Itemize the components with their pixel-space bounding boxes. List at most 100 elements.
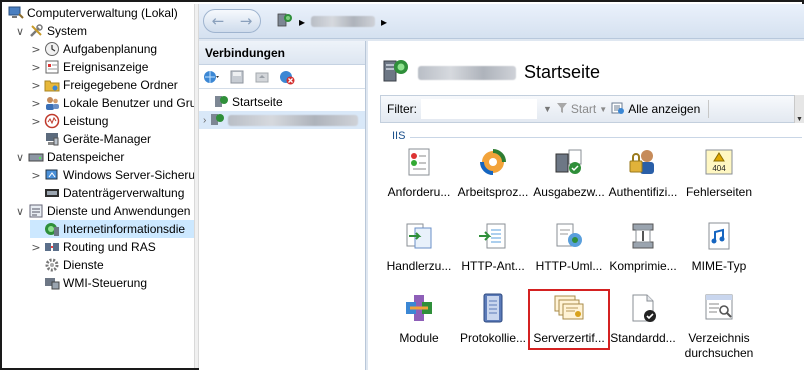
expand-arrow-icon[interactable]: › <box>203 115 206 126</box>
feature-label: Anforderu... <box>387 185 451 199</box>
toolbar-separator <box>708 100 710 118</box>
tree-item[interactable]: Geräte-Manager <box>30 130 151 148</box>
feature-output-caching[interactable]: Ausgabezw... <box>530 145 608 209</box>
tree-item[interactable]: Computerverwaltung (Lokal) <box>6 4 178 22</box>
tree-item[interactable]: > Lokale Benutzer und Gru <box>30 94 194 112</box>
tree-item[interactable]: > Routing und RAS <box>30 238 155 256</box>
scrollbar-down-icon[interactable]: ▼ <box>794 95 804 123</box>
server-home-icon <box>380 55 410 90</box>
show-all-button[interactable]: Alle anzeigen <box>611 101 700 118</box>
feature-directory-browsing[interactable]: Verzeichnis durchsuchen <box>680 291 758 360</box>
feature-modules[interactable]: Module <box>380 291 458 355</box>
tree-item[interactable]: > Freigegebene Ordner <box>30 76 177 94</box>
feature-label: MIME-Typ <box>691 259 747 273</box>
feature-label: Arbeitsproz... <box>457 185 529 199</box>
iis-manager: ← → ▸ ▸ Verbindungen Startseite › Starts… <box>199 4 804 370</box>
connections-startpage[interactable]: Startseite <box>199 93 365 111</box>
disk-management-icon <box>44 185 60 201</box>
server-icon <box>277 12 293 31</box>
feature-logging[interactable]: Protokollie... <box>454 291 532 355</box>
chevron-down-icon[interactable]: ∨ <box>14 151 26 164</box>
iis-icon <box>44 221 60 237</box>
logging-icon <box>476 291 510 325</box>
tree-item[interactable]: Datenträgerverwaltung <box>30 184 184 202</box>
tree-item-label: Computerverwaltung (Lokal) <box>27 6 178 20</box>
tree-item-label: Aufgabenplanung <box>63 42 158 56</box>
feature-mime-types[interactable]: MIME-Typ <box>680 219 758 283</box>
chevron-right-icon[interactable]: > <box>30 115 42 128</box>
feature-error-pages[interactable]: 404 Fehlerseiten <box>680 145 758 209</box>
chevron-right-icon[interactable]: > <box>30 97 42 110</box>
chevron-right-icon[interactable]: > <box>30 43 42 56</box>
http-redirect-icon <box>552 219 586 253</box>
connect-globe-icon[interactable] <box>202 68 222 86</box>
start-button[interactable]: Start ▼ <box>556 102 607 117</box>
tree-item[interactable]: > Ereignisanzeige <box>30 58 148 76</box>
feature-label: HTTP-Uml... <box>535 259 603 273</box>
save-icon[interactable] <box>227 68 247 86</box>
feature-worker-processes[interactable]: Arbeitsproz... <box>454 145 532 209</box>
feature-label: Standardd... <box>610 331 676 345</box>
feature-handler-mappings[interactable]: Handlerzu... <box>380 219 458 283</box>
tree-item[interactable]: Internetinformationsdie <box>30 220 194 238</box>
event-viewer-icon <box>44 59 60 75</box>
http-response-headers-icon <box>476 219 510 253</box>
tree-item-label: Datenträgerverwaltung <box>63 186 185 200</box>
feature-server-certificates[interactable]: Serverzertif... <box>528 289 610 350</box>
filter-dropdown-icon[interactable]: ▼ <box>543 104 552 114</box>
connections-title: Verbindungen <box>199 41 365 65</box>
error-pages-icon: 404 <box>702 145 736 179</box>
worker-processes-icon <box>476 145 510 179</box>
tree-item-label: Dienste <box>63 258 104 272</box>
tree-item[interactable]: ∨ System <box>14 22 87 40</box>
tree-item[interactable]: Dienste <box>30 256 104 274</box>
forward-icon[interactable]: → <box>240 12 253 30</box>
nav-buttons: ← → <box>203 9 261 33</box>
tree-item[interactable]: ∨ Dienste und Anwendungen <box>14 202 190 220</box>
output-caching-icon <box>552 145 586 179</box>
filter-label: Filter: <box>387 102 417 116</box>
storage-icon <box>28 149 44 165</box>
feature-label: Komprimie... <box>609 259 677 273</box>
feature-authentication[interactable]: Authentifizi... <box>604 145 682 209</box>
chevron-right-icon[interactable]: > <box>30 169 42 182</box>
feature-label: Handlerzu... <box>386 259 452 273</box>
wmi-icon <box>44 275 60 291</box>
start-dropdown-icon: ▼ <box>599 104 608 114</box>
mime-types-icon <box>702 219 736 253</box>
disconnect-icon[interactable] <box>277 68 297 86</box>
feature-label: Verzeichnis durchsuchen <box>684 331 754 360</box>
chevron-right-icon[interactable]: > <box>30 79 42 92</box>
funnel-icon <box>556 102 568 117</box>
up-folder-icon[interactable] <box>252 68 272 86</box>
breadcrumb-sep-icon: ▸ <box>299 14 306 29</box>
feature-label: Ausgabezw... <box>533 185 605 199</box>
feature-http-response-headers[interactable]: HTTP-Ant... <box>454 219 532 283</box>
tree-item[interactable]: > Aufgabenplanung <box>30 40 157 58</box>
chevron-down-icon[interactable]: ∨ <box>14 25 26 38</box>
redacted-server-title <box>418 65 516 80</box>
services-apps-icon <box>28 203 44 219</box>
feature-request-filtering[interactable]: Anforderu... <box>380 145 458 209</box>
feature-compression[interactable]: Komprimie... <box>604 219 682 283</box>
tools-icon <box>28 23 44 39</box>
tree-item[interactable]: > Windows Server-Sicheru <box>30 166 194 184</box>
tree-item[interactable]: WMI-Steuerung <box>30 274 147 292</box>
tree-item-label: Ereignisanzeige <box>63 60 149 74</box>
breadcrumb[interactable]: ▸ ▸ <box>277 12 387 31</box>
filter-input[interactable] <box>421 99 537 119</box>
tree-item[interactable]: > Leistung <box>30 112 108 130</box>
back-icon[interactable]: ← <box>212 12 225 30</box>
chevron-right-icon[interactable]: > <box>30 61 42 74</box>
tree-item[interactable]: ∨ Datenspeicher <box>14 148 124 166</box>
chevron-down-icon[interactable]: ∨ <box>14 205 26 218</box>
breadcrumb-sep-icon: ▸ <box>381 14 388 29</box>
feature-default-document[interactable]: Standardd... <box>604 291 682 355</box>
chevron-right-icon[interactable]: > <box>30 241 42 254</box>
tree-item-label: Internetinformationsdie <box>63 222 186 236</box>
connections-server-node[interactable]: › <box>199 111 365 129</box>
page-title: Startseite <box>380 55 600 90</box>
start-label: Start <box>570 102 597 116</box>
address-bar: ← → ▸ ▸ <box>199 4 804 39</box>
feature-http-redirect[interactable]: HTTP-Uml... <box>530 219 608 283</box>
